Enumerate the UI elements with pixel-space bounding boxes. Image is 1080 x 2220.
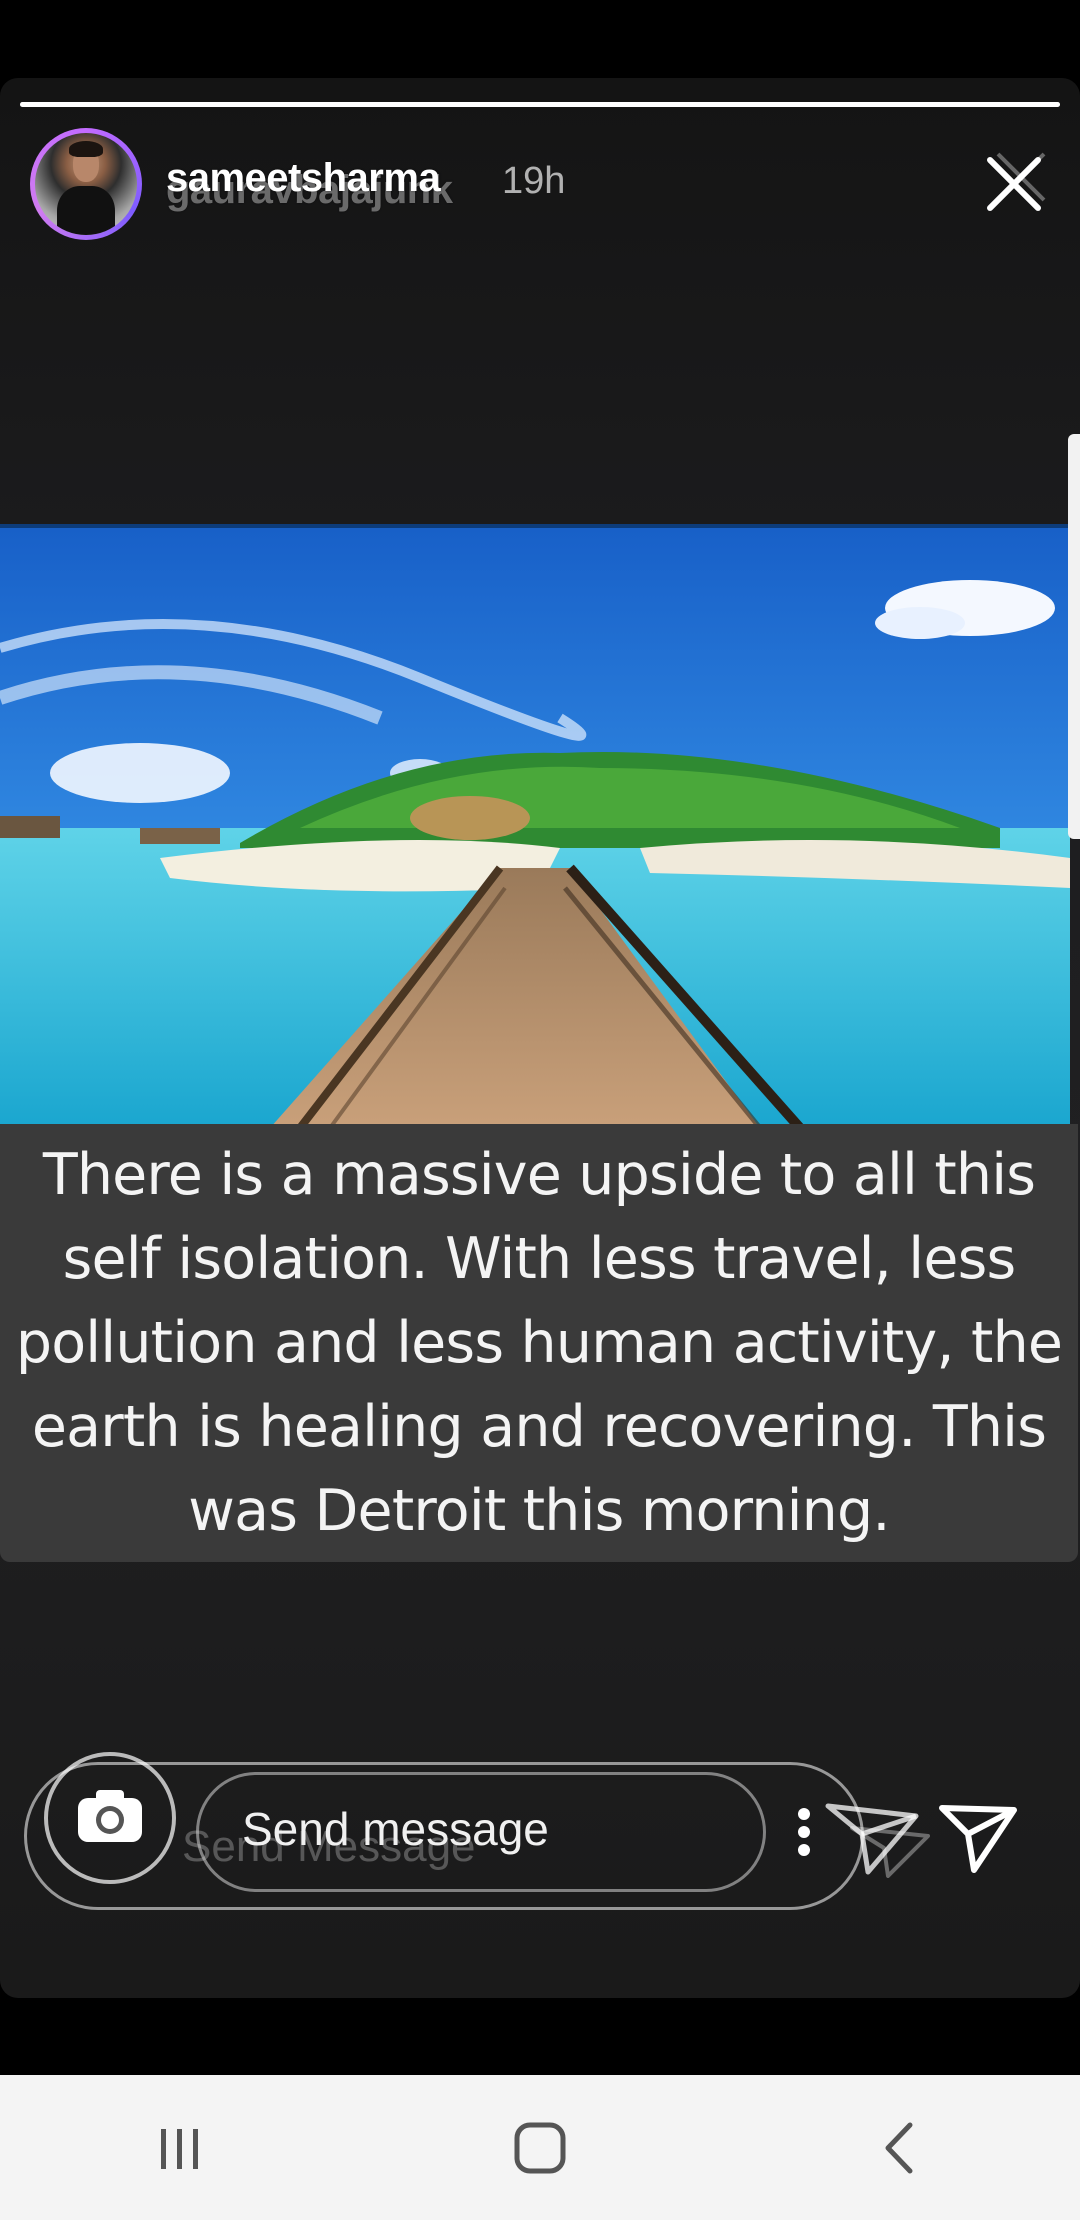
story-photo (0, 524, 1070, 1128)
camera-icon (74, 1786, 146, 1851)
story-timestamp: 19h (502, 160, 566, 202)
username-label: sameetsharma (166, 156, 441, 200)
reply-bar: Send Message Send message (24, 1740, 1064, 1910)
android-nav-bar (0, 2075, 1080, 2220)
story-progress-fill (20, 102, 1060, 107)
more-vertical-icon[interactable] (794, 1802, 814, 1862)
caption-line: pollution and less human activity, the (15, 1310, 1063, 1376)
story-header: gauravbajajunk sameetsharma 19h (30, 128, 1050, 258)
camera-button[interactable] (44, 1752, 176, 1884)
story-progress-bar (20, 102, 1060, 107)
send-ghost-icon (822, 1798, 932, 1883)
avatar[interactable] (30, 128, 142, 240)
caption-line: earth is healing and recovering. This (31, 1394, 1047, 1460)
caption-line: There is a massive upside to all this (42, 1142, 1036, 1208)
caption-line: self isolation. With less travel, less (62, 1226, 1017, 1292)
message-placeholder: Send message (242, 1803, 549, 1855)
back-icon[interactable] (860, 2108, 940, 2188)
send-icon[interactable] (936, 1800, 1020, 1881)
story-viewer[interactable]: gauravbajajunk sameetsharma 19h There is… (0, 78, 1080, 1998)
caption-box: There is a massive upside to all this se… (0, 1124, 1078, 1562)
home-icon[interactable] (500, 2108, 580, 2188)
screen: gauravbajajunk sameetsharma 19h There is… (0, 0, 1080, 2220)
recents-icon[interactable] (140, 2108, 220, 2188)
username[interactable]: gauravbajajunk sameetsharma (166, 156, 453, 212)
side-handle[interactable] (1068, 434, 1080, 839)
close-icon[interactable] (978, 148, 1050, 220)
story-caption: There is a massive upside to all this se… (15, 1133, 1063, 1553)
caption-line: was Detroit this morning. (188, 1478, 890, 1544)
